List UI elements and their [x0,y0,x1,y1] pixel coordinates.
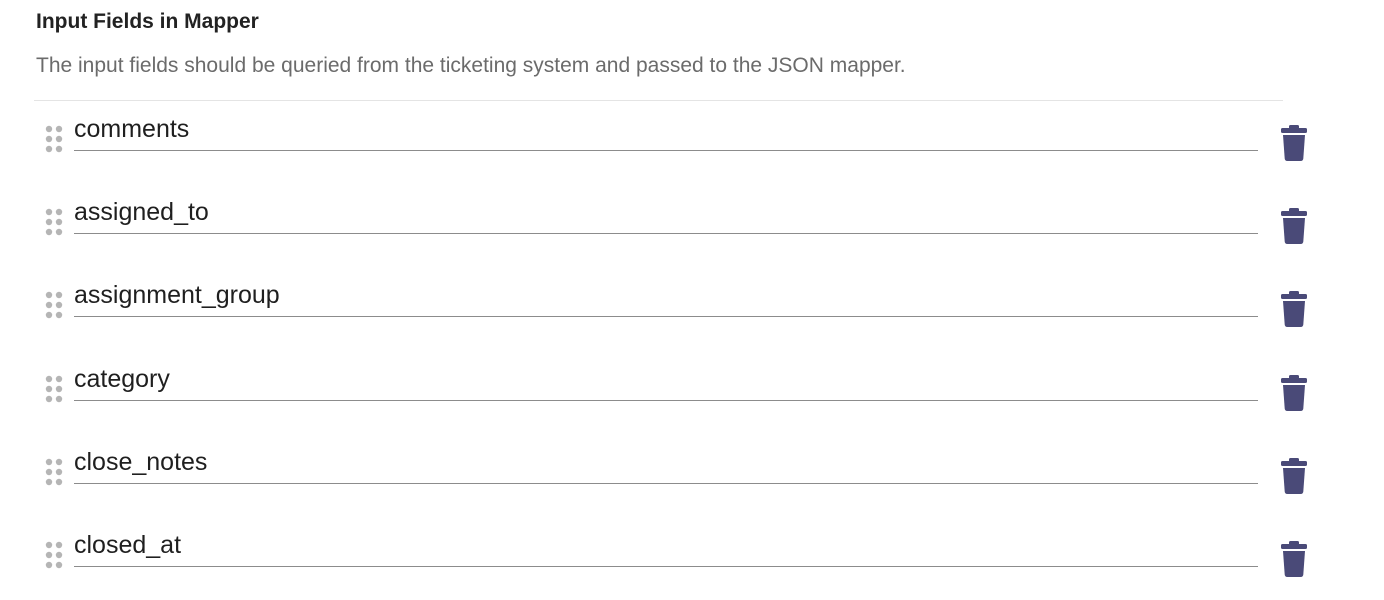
input-field-row [0,517,1384,600]
field-name-input[interactable] [74,441,1258,484]
delete-field-button[interactable] [1280,208,1308,245]
field-name-input[interactable] [74,524,1258,567]
input-field-row [0,267,1384,350]
field-name-input[interactable] [74,358,1258,401]
drag-handle-icon[interactable] [45,291,63,319]
field-name-input[interactable] [74,275,1258,318]
drag-handle-icon[interactable] [45,208,63,236]
input-field-row [0,351,1384,434]
trash-icon [1281,208,1307,245]
drag-handle-icon[interactable] [45,125,63,153]
input-field-row [0,184,1384,267]
drag-handle-icon[interactable] [45,541,63,569]
trash-icon [1281,125,1307,161]
input-field-list [0,101,1384,600]
trash-icon [1281,540,1307,577]
section-title: Input Fields in Mapper [36,10,259,33]
field-name-input[interactable] [74,109,1258,151]
trash-icon [1281,457,1307,494]
delete-field-button[interactable] [1280,457,1308,494]
drag-handle-icon[interactable] [45,375,63,403]
delete-field-button[interactable] [1280,540,1308,577]
delete-field-button[interactable] [1280,125,1308,161]
trash-icon [1281,291,1307,328]
input-field-row [0,101,1384,184]
section-description: The input fields should be queried from … [36,54,906,77]
drag-handle-icon[interactable] [45,458,63,486]
input-field-row [0,434,1384,517]
field-name-input[interactable] [74,192,1258,235]
delete-field-button[interactable] [1280,374,1308,411]
delete-field-button[interactable] [1280,291,1308,328]
trash-icon [1281,374,1307,411]
